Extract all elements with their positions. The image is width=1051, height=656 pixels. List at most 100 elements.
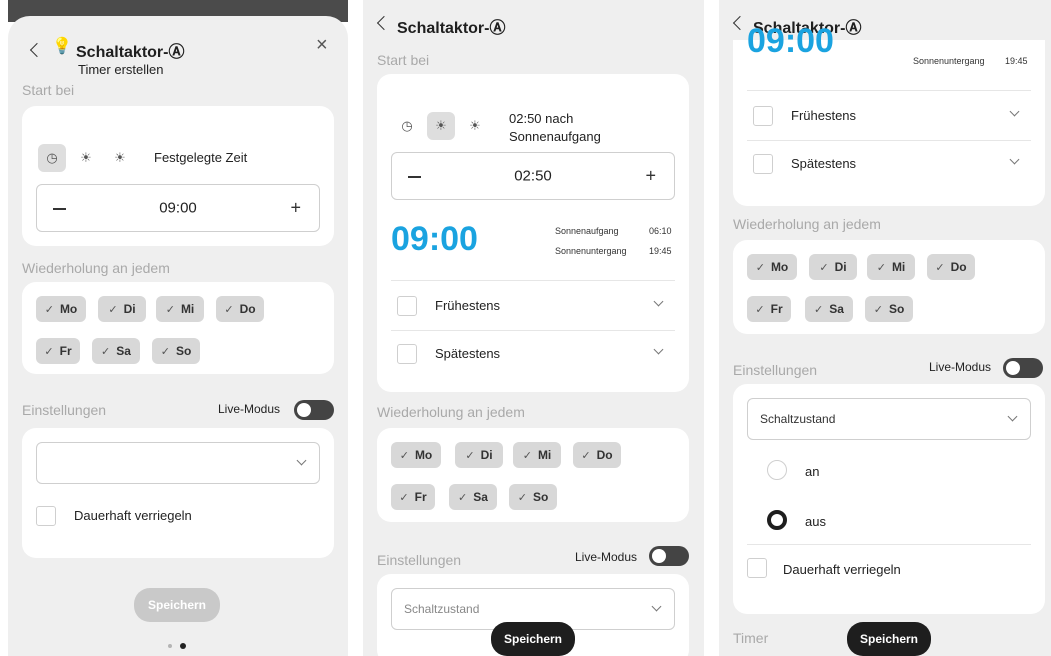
live-mode-toggle[interactable] <box>1003 358 1043 378</box>
page-title: Schaltaktor-Ⓐ <box>397 20 506 37</box>
day-chip-fr[interactable]: ✓ Fr <box>391 484 435 510</box>
back-chevron-icon[interactable] <box>29 42 45 58</box>
close-icon[interactable]: × <box>316 34 328 57</box>
radio-on[interactable] <box>767 460 787 480</box>
sunset-time: 19:45 <box>649 246 672 256</box>
live-mode-toggle[interactable] <box>294 400 334 420</box>
mode-selector: ◷ ☀ ☀ <box>38 144 134 172</box>
sunrise-mode-icon[interactable]: ☀ <box>72 144 100 172</box>
chevron-down-icon[interactable] <box>1009 154 1020 165</box>
live-mode-label: Live-Modus <box>218 402 281 416</box>
bottom-sheet: 💡 Schaltaktor-Ⓐ × Timer erstellen Start … <box>8 16 348 656</box>
day-chip-so[interactable]: ✓ So <box>509 484 557 510</box>
plus-button[interactable]: + <box>645 166 656 187</box>
earliest-label: Frühestens <box>435 298 501 313</box>
chevron-down-icon[interactable] <box>653 344 664 355</box>
chevron-down-icon <box>651 601 662 612</box>
clock-mode-icon[interactable]: ◷ <box>393 112 421 140</box>
start-card: 09:00 Sonnenuntergang 19:45 Frühestens S… <box>733 22 1045 206</box>
sunset-time: 19:45 <box>1005 56 1028 66</box>
chevron-down-icon[interactable] <box>653 296 664 307</box>
divider <box>391 280 675 281</box>
day-chip-sa[interactable]: ✓ Sa <box>805 296 853 322</box>
mode-selector: ◷ ☀ ☀ <box>393 112 489 140</box>
day-chip-mi[interactable]: ✓ Mi <box>513 442 561 468</box>
save-button[interactable]: Speichern <box>491 622 575 656</box>
radio-off[interactable] <box>767 510 787 530</box>
earliest-checkbox[interactable] <box>397 296 417 316</box>
mode-text: 02:50 nach Sonnenaufgang <box>509 111 601 144</box>
divider <box>747 544 1031 545</box>
day-chip-di[interactable]: ✓ Di <box>809 254 857 280</box>
state-select[interactable] <box>36 442 320 484</box>
repeat-label: Wiederholung an jedem <box>733 216 881 232</box>
day-chip-mi[interactable]: ✓ Mi <box>156 296 204 322</box>
save-button[interactable]: Speichern <box>134 588 220 622</box>
repeat-card: ✓ Mo ✓ Di ✓ Mi ✓ Do ✓ Fr ✓ Sa ✓ So <box>22 282 334 374</box>
lock-label: Dauerhaft verriegeln <box>74 508 192 523</box>
page-subtitle: Timer erstellen <box>78 62 164 77</box>
repeat-label: Wiederholung an jedem <box>377 404 525 420</box>
start-card: ◷ ☀ ☀ Festgelegte Zeit 09:00 + <box>22 106 334 246</box>
back-chevron-icon[interactable] <box>732 15 748 31</box>
settings-label: Einstellungen <box>22 402 107 418</box>
chevron-down-icon[interactable] <box>1009 106 1020 117</box>
lock-checkbox[interactable] <box>747 558 767 578</box>
earliest-label: Frühestens <box>791 108 857 123</box>
plus-button[interactable]: + <box>290 198 301 219</box>
divider <box>747 140 1031 141</box>
day-chip-sa[interactable]: ✓ Sa <box>449 484 497 510</box>
day-chip-do[interactable]: ✓ Do <box>927 254 975 280</box>
day-chip-fr[interactable]: ✓ Fr <box>747 296 791 322</box>
day-chip-do[interactable]: ✓ Do <box>573 442 621 468</box>
earliest-checkbox[interactable] <box>753 106 773 126</box>
start-card: ◷ ☀ ☀ 02:50 nach Sonnenaufgang 02:50 + 0… <box>377 74 689 392</box>
offset-value: 02:50 <box>514 167 552 185</box>
sunset-mode-icon[interactable]: ☀ <box>106 144 134 172</box>
settings-card: Schaltzustand an aus Dauerhaft verriegel… <box>733 384 1045 614</box>
live-mode-toggle[interactable] <box>649 546 689 566</box>
time-stepper: 09:00 + <box>36 184 320 232</box>
day-chip-mo[interactable]: ✓ Mo <box>36 296 86 322</box>
latest-checkbox[interactable] <box>753 154 773 174</box>
sunrise-mode-icon[interactable]: ☀ <box>427 112 455 140</box>
screen-timer-sunrise: Schaltaktor-Ⓐ Start bei ◷ ☀ ☀ 02:50 nach… <box>363 0 704 656</box>
offset-stepper: 02:50 + <box>391 152 675 200</box>
day-chip-mo[interactable]: ✓ Mo <box>747 254 797 280</box>
latest-checkbox[interactable] <box>397 344 417 364</box>
time-value: 09:00 <box>159 199 197 217</box>
repeat-card: ✓ Mo ✓ Di ✓ Mi ✓ Do ✓ Fr ✓ Sa ✓ So <box>377 428 689 522</box>
day-chip-so[interactable]: ✓ So <box>152 338 200 364</box>
chevron-down-icon <box>296 455 307 466</box>
repeat-label: Wiederholung an jedem <box>22 260 170 276</box>
timer-label: Timer <box>733 630 769 646</box>
sunset-label: Sonnenuntergang <box>913 56 985 66</box>
start-label: Start bei <box>377 52 430 68</box>
back-chevron-icon[interactable] <box>376 15 392 31</box>
resulting-time: 09:00 <box>747 22 834 60</box>
lock-checkbox[interactable] <box>36 506 56 526</box>
day-chip-so[interactable]: ✓ So <box>865 296 913 322</box>
day-chip-do[interactable]: ✓ Do <box>216 296 264 322</box>
lightbulb-icon: 💡 <box>52 38 72 55</box>
day-chip-mi[interactable]: ✓ Mi <box>867 254 915 280</box>
day-chip-di[interactable]: ✓ Di <box>455 442 503 468</box>
day-chip-sa[interactable]: ✓ Sa <box>92 338 140 364</box>
day-chip-di[interactable]: ✓ Di <box>98 296 146 322</box>
settings-label: Einstellungen <box>377 552 462 568</box>
live-mode-label: Live-Modus <box>575 550 638 564</box>
day-chip-fr[interactable]: ✓ Fr <box>36 338 80 364</box>
divider <box>391 330 675 331</box>
page-title: Schaltaktor-Ⓐ <box>76 44 185 61</box>
save-button[interactable]: Speichern <box>847 622 931 656</box>
repeat-card: ✓ Mo ✓ Di ✓ Mi ✓ Do ✓ Fr ✓ Sa ✓ So <box>733 240 1045 334</box>
screen-timer-settings: Schaltaktor-Ⓐ 09:00 Sonnenuntergang 19:4… <box>719 0 1051 656</box>
day-chip-mo[interactable]: ✓ Mo <box>391 442 441 468</box>
page-dot-2[interactable] <box>180 643 186 649</box>
settings-card: Dauerhaft verriegeln <box>22 428 334 558</box>
page-dot-1[interactable] <box>168 644 172 648</box>
clock-mode-icon[interactable]: ◷ <box>38 144 66 172</box>
sunset-mode-icon[interactable]: ☀ <box>461 112 489 140</box>
resulting-time: 09:00 <box>391 220 478 258</box>
state-select[interactable]: Schaltzustand <box>747 398 1031 440</box>
